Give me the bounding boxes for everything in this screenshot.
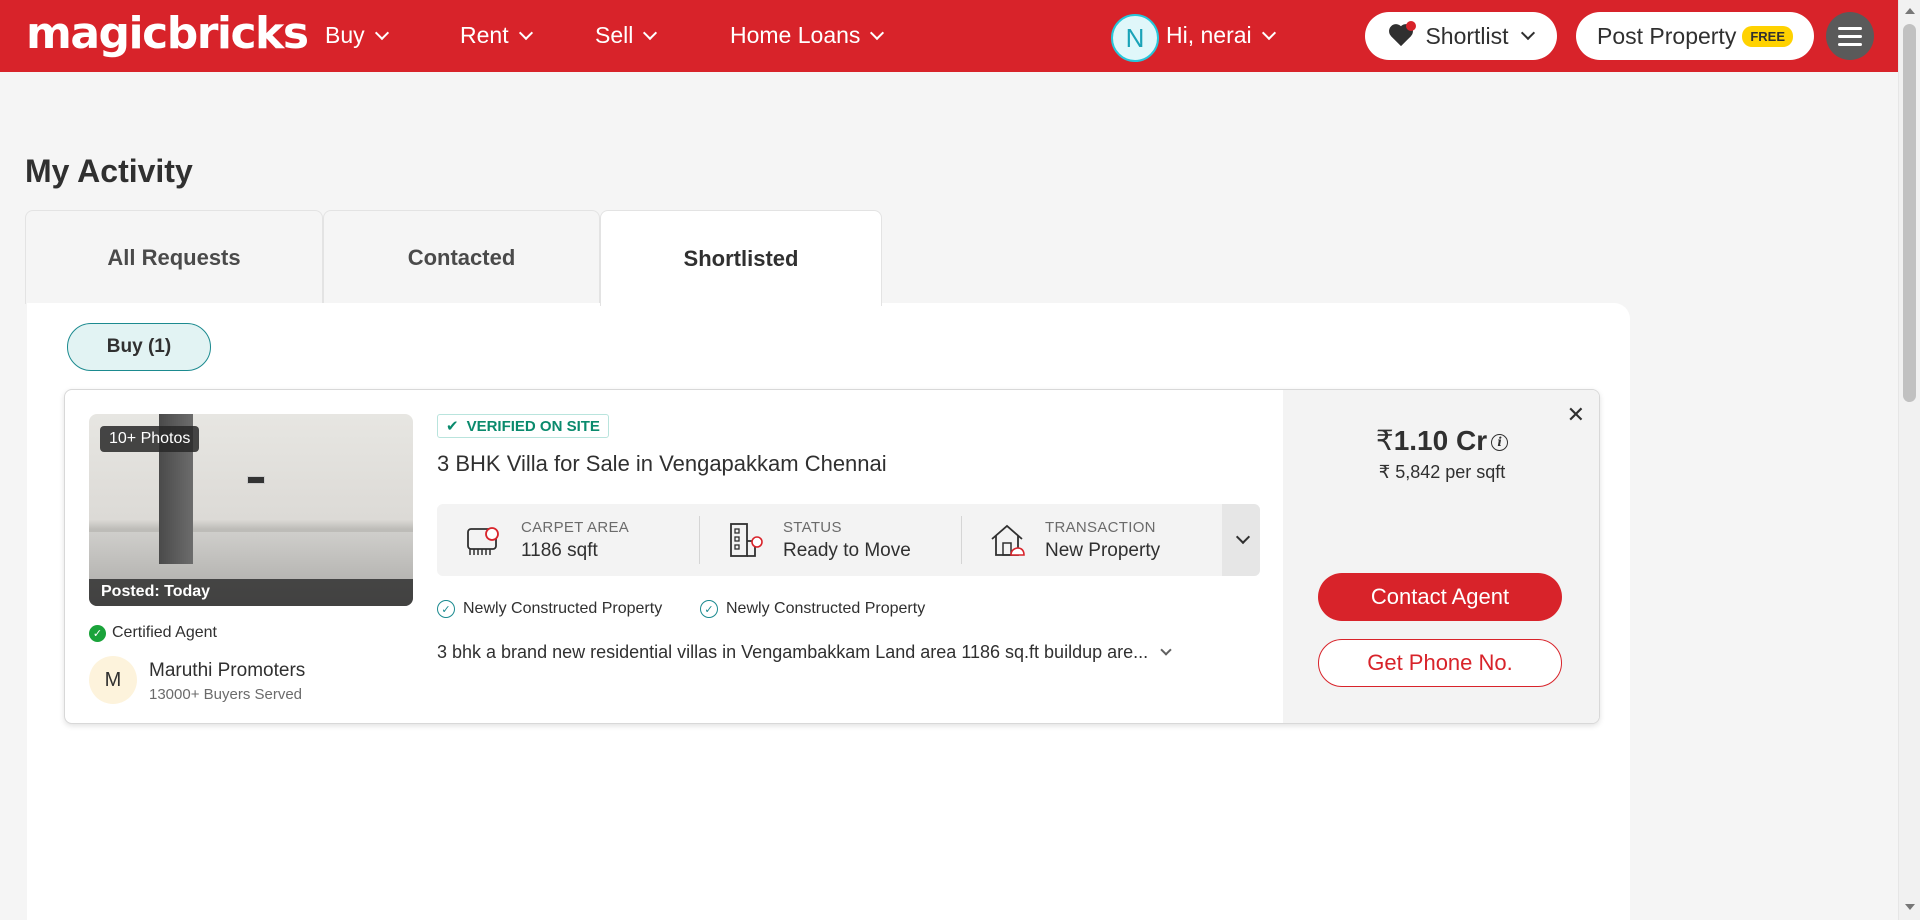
- page-scrollbar[interactable]: [1898, 0, 1920, 920]
- agent-buyers-served: 13000+ Buyers Served: [149, 686, 303, 703]
- property-tag: ✓ Newly Constructed Property: [437, 600, 662, 618]
- chevron-down-icon: [1235, 529, 1251, 545]
- price-value: 1.10 Cr: [1393, 425, 1488, 456]
- nav-buy-label: Buy: [325, 22, 365, 48]
- tag-label: Newly Constructed Property: [463, 600, 663, 617]
- check-circle-icon: ✓: [437, 600, 455, 618]
- property-title[interactable]: 3 BHK Villa for Sale in Vengapakkam Chen…: [437, 451, 887, 477]
- nav-home-loans[interactable]: Home Loans: [730, 22, 885, 49]
- verified-on-site-badge: ✔ VERIFIED ON SITE: [437, 414, 609, 438]
- post-property-label: Post Property: [1596, 22, 1737, 49]
- price-per-sqft: ₹ 5,842 per sqft: [1378, 462, 1506, 482]
- description-text: 3 bhk a brand new residential villas in …: [437, 642, 1149, 662]
- property-summary: CARPET AREA 1186 sqft STATUS Ready to Mo…: [437, 504, 1260, 576]
- nav-sell-label: Sell: [595, 22, 634, 48]
- agent-name[interactable]: Maruthi Promoters: [149, 660, 305, 682]
- transaction-label: TRANSACTION: [1045, 518, 1156, 536]
- tab-all-requests[interactable]: All Requests: [25, 210, 323, 304]
- free-badge: FREE: [1742, 25, 1793, 47]
- check-badge-icon: ✓: [89, 624, 106, 642]
- certified-agent-badge: ✓ Certified Agent: [89, 624, 217, 642]
- chevron-down-icon: [518, 25, 533, 40]
- verified-label: VERIFIED ON SITE: [466, 417, 600, 435]
- certified-label: Certified Agent: [112, 624, 217, 641]
- carpet-area-value: 1186 sqft: [521, 539, 598, 561]
- chevron-down-icon[interactable]: [1160, 643, 1172, 656]
- summary-status: STATUS Ready to Move: [727, 504, 911, 576]
- shortlist-label: Shortlist: [1425, 22, 1509, 49]
- chevron-down-icon: [374, 25, 389, 40]
- check-icon: ✔: [446, 418, 459, 435]
- chevron-down-icon: [1520, 25, 1535, 41]
- tab-contacted[interactable]: Contacted: [323, 210, 600, 304]
- property-description[interactable]: 3 bhk a brand new residential villas in …: [437, 642, 1257, 663]
- contact-agent-button[interactable]: Contact Agent: [1318, 573, 1562, 621]
- post-property-button[interactable]: Post Property FREE: [1576, 12, 1814, 60]
- scroll-thumb[interactable]: [1903, 24, 1916, 402]
- hamburger-menu-icon[interactable]: [1826, 12, 1874, 60]
- property-tag: ✓ Newly Constructed Property: [700, 600, 925, 618]
- heart-icon: [1389, 21, 1417, 48]
- agent-avatar: M: [89, 656, 137, 704]
- nav-home-loans-label: Home Loans: [730, 22, 861, 48]
- price-panel: ✕ ₹1.10 Cr i ₹ 5,842 per sqft Contact Age…: [1283, 390, 1599, 723]
- photos-count-badge: 10+ Photos: [100, 426, 200, 452]
- summary-transaction: TRANSACTION New Property: [989, 504, 1160, 576]
- property-price: ₹1.10 Cr i: [1283, 424, 1599, 457]
- property-card[interactable]: 10+ Photos Posted: Today ✓ Certified Age…: [64, 389, 1600, 724]
- rupee-symbol: ₹: [1375, 425, 1394, 456]
- scroll-down-arrow-icon[interactable]: [1905, 904, 1915, 910]
- transaction-value: New Property: [1045, 539, 1161, 561]
- status-value: Ready to Move: [783, 539, 911, 561]
- nav-sell[interactable]: Sell: [595, 22, 658, 49]
- posted-date: Posted: Today: [89, 579, 413, 606]
- chevron-down-icon: [643, 25, 658, 40]
- check-circle-icon: ✓: [700, 600, 718, 618]
- top-header: magicbricks Buy Rent Sell Home Loans N H…: [0, 0, 1898, 72]
- user-avatar[interactable]: N: [1111, 14, 1159, 62]
- filter-chip-buy[interactable]: Buy (1): [67, 323, 211, 371]
- chevron-down-icon: [870, 25, 885, 40]
- page-title: My Activity: [25, 153, 193, 189]
- user-greeting: Hi, nerai: [1166, 22, 1252, 48]
- nav-rent[interactable]: Rent: [460, 22, 533, 49]
- notification-dot: [1406, 21, 1417, 31]
- scroll-up-arrow-icon[interactable]: [1905, 8, 1915, 14]
- chevron-down-icon: [1261, 25, 1276, 40]
- property-photo[interactable]: 10+ Photos Posted: Today: [89, 414, 413, 606]
- nav-buy[interactable]: Buy: [325, 22, 389, 49]
- carpet-area-label: CARPET AREA: [521, 518, 630, 536]
- building-status-icon: [730, 523, 763, 557]
- tab-shortlisted[interactable]: Shortlisted: [600, 210, 882, 306]
- shortlist-button[interactable]: Shortlist: [1365, 12, 1557, 60]
- tag-label: Newly Constructed Property: [726, 600, 926, 617]
- nav-rent-label: Rent: [460, 22, 509, 48]
- get-phone-button[interactable]: Get Phone No.: [1318, 639, 1562, 687]
- expand-summary-button[interactable]: [1222, 504, 1260, 576]
- house-transaction-icon: [991, 524, 1025, 556]
- info-icon[interactable]: i: [1491, 434, 1509, 452]
- carpet-area-icon: [467, 527, 499, 555]
- summary-carpet-area: CARPET AREA 1186 sqft: [465, 504, 629, 576]
- user-menu[interactable]: Hi, nerai: [1166, 22, 1276, 49]
- magicbricks-logo[interactable]: magicbricks: [26, 8, 309, 59]
- status-label: STATUS: [783, 518, 842, 536]
